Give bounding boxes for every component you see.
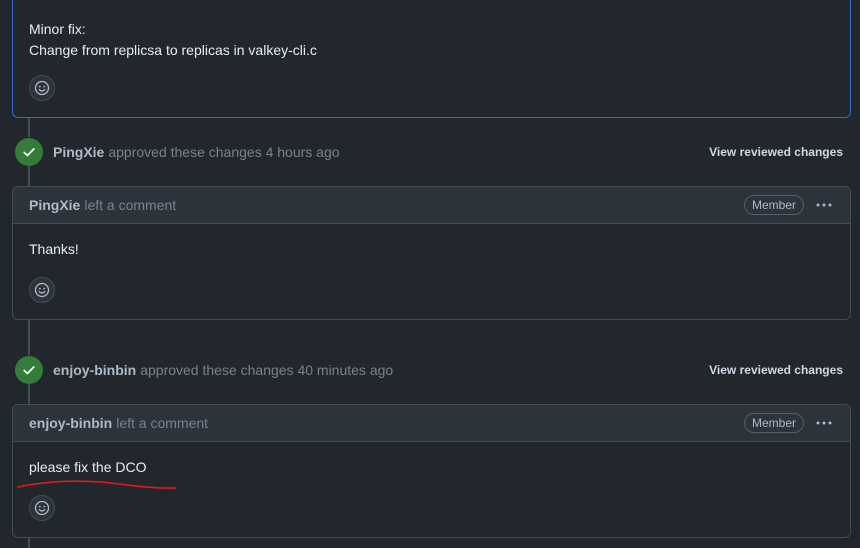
red-underline-annotation: [17, 480, 177, 489]
pull-request-timeline: Minor fix: Change from replicsa to repli…: [0, 0, 860, 548]
